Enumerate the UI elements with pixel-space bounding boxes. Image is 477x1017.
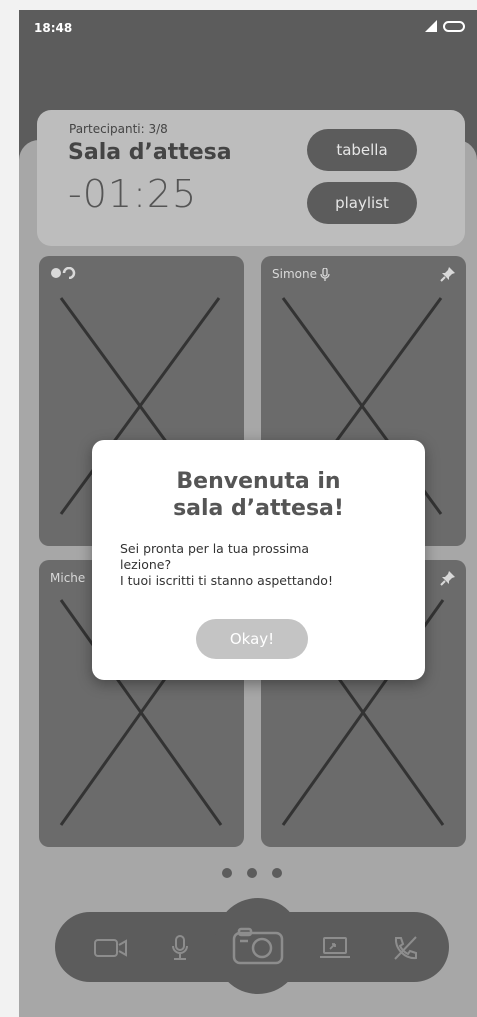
camera-icon[interactable] — [226, 925, 290, 969]
page-title: Sala d’attesa — [68, 140, 232, 165]
pin-icon[interactable] — [440, 570, 456, 586]
dialog-message: Sei pronta per la tua prossima lezione? … — [120, 541, 333, 588]
loading-icon — [51, 267, 76, 279]
page-dot[interactable] — [222, 868, 232, 878]
participants-count: Partecipanti: 3/8 — [69, 122, 168, 136]
video-camera-icon[interactable] — [93, 931, 129, 965]
screen-share-icon[interactable] — [317, 931, 353, 965]
microphone-icon — [320, 267, 330, 281]
okay-button[interactable]: Okay! — [196, 619, 308, 659]
participant-name: Simone — [272, 267, 317, 281]
hang-up-icon[interactable] — [387, 931, 423, 965]
pin-icon[interactable] — [440, 266, 456, 282]
tile-label — [50, 267, 81, 279]
countdown-timer: -01:25 — [68, 172, 198, 216]
page-dot[interactable] — [247, 868, 257, 878]
signal-icon — [425, 20, 437, 32]
status-bar: 18:48 — [19, 10, 477, 46]
participant-name: Miche — [50, 571, 86, 585]
battery-icon — [443, 21, 465, 32]
microphone-icon[interactable] — [162, 931, 198, 965]
playlist-button[interactable]: playlist — [307, 182, 417, 224]
page-indicator — [222, 868, 282, 878]
page-dot[interactable] — [272, 868, 282, 878]
status-time: 18:48 — [34, 21, 73, 35]
welcome-dialog: Benvenuta in sala d’attesa! Sei pronta p… — [92, 440, 425, 680]
tile-label: Simone — [272, 267, 330, 281]
dialog-title: Benvenuta in sala d’attesa! — [173, 469, 344, 521]
tabella-button[interactable]: tabella — [307, 129, 417, 171]
tile-label: Miche — [50, 571, 85, 585]
waiting-room-header: Partecipanti: 3/8 Sala d’attesa -01:25 t… — [37, 110, 465, 246]
